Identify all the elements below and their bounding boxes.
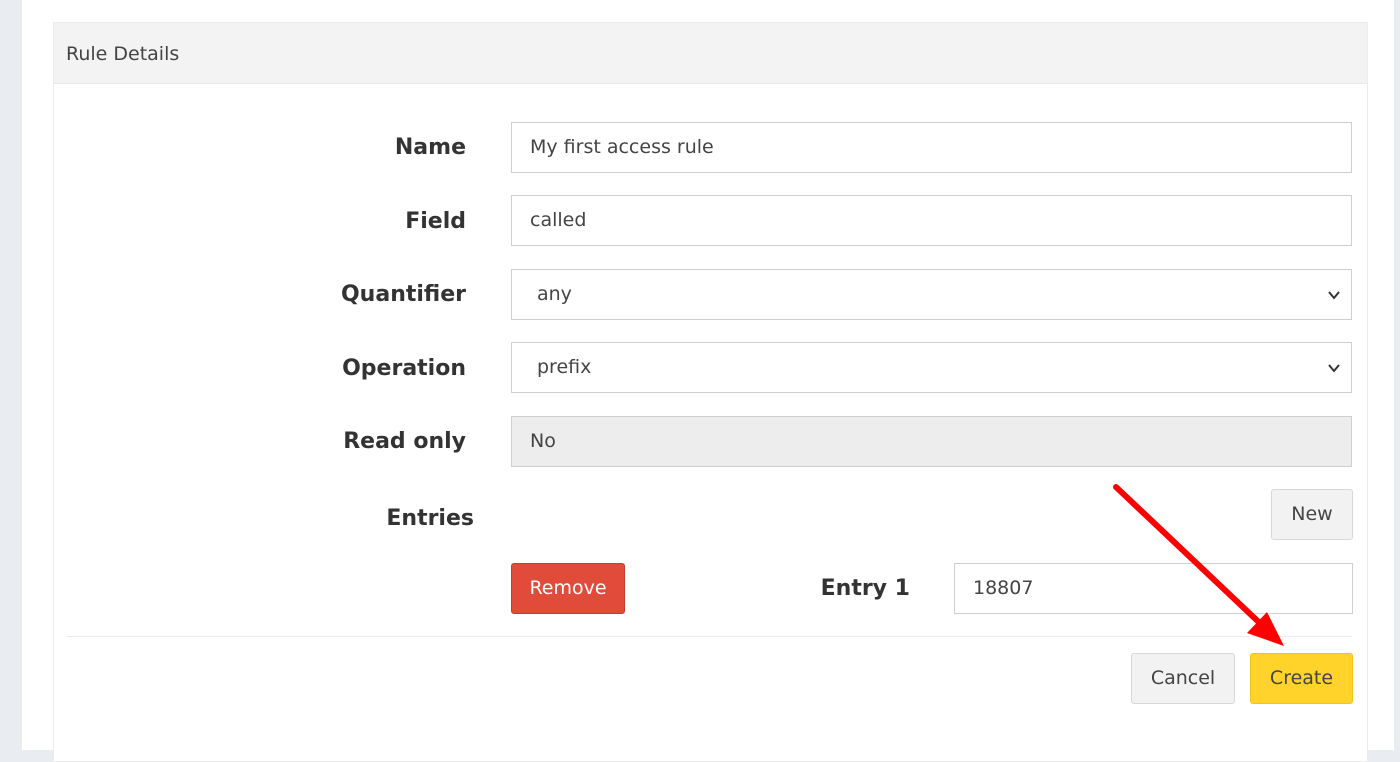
remove-entry-button[interactable]: Remove <box>511 563 625 614</box>
operation-label: Operation <box>342 356 466 381</box>
read-only-value: No <box>530 430 556 452</box>
quantifier-select[interactable]: any <box>511 269 1352 320</box>
entry-1-input-value: 18807 <box>973 577 1034 599</box>
read-only-label: Read only <box>343 429 466 454</box>
name-input[interactable]: My first access rule <box>511 122 1352 173</box>
chevron-down-icon <box>1328 291 1340 300</box>
entry-1-input[interactable]: 18807 <box>954 563 1353 614</box>
field-label: Field <box>405 209 466 234</box>
operation-select[interactable]: prefix <box>511 342 1352 393</box>
quantifier-select-value: any <box>537 283 572 305</box>
quantifier-label: Quantifier <box>340 282 466 307</box>
field-input-value: called <box>530 209 587 231</box>
panel-title: Rule Details <box>66 43 180 65</box>
name-input-value: My first access rule <box>530 136 714 158</box>
footer-divider <box>66 636 1352 637</box>
panel-header: Rule Details <box>54 23 1367 84</box>
field-input[interactable]: called <box>511 195 1352 246</box>
entry-1-label: Entry 1 <box>820 576 910 601</box>
name-label: Name <box>394 135 466 160</box>
create-button[interactable]: Create <box>1250 653 1353 704</box>
chevron-down-icon <box>1328 364 1340 373</box>
new-entry-button[interactable]: New <box>1271 489 1353 540</box>
cancel-button[interactable]: Cancel <box>1131 653 1235 704</box>
read-only-field: No <box>511 416 1352 467</box>
operation-select-value: prefix <box>537 356 592 378</box>
entries-label: Entries <box>386 506 474 531</box>
